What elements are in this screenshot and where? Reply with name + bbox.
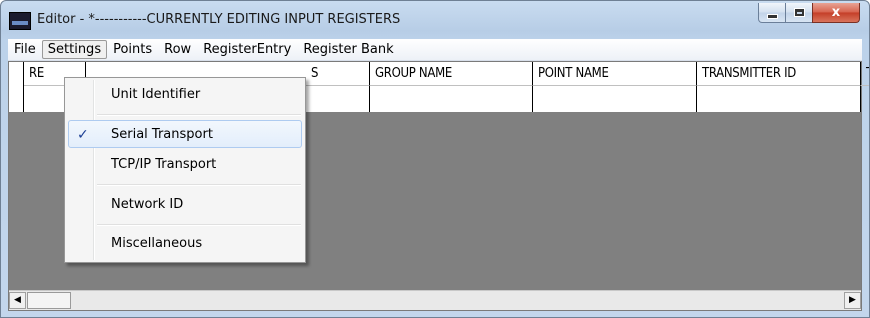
horizontal-scrollbar[interactable]: ◀ ▶ bbox=[9, 290, 861, 310]
scroll-right-button[interactable]: ▶ bbox=[844, 292, 861, 309]
close-button[interactable]: x bbox=[812, 3, 860, 23]
menu-item-miscellaneous[interactable]: Miscellaneous bbox=[68, 230, 302, 258]
menu-file[interactable]: File bbox=[8, 40, 42, 59]
title-bar[interactable]: Editor - *-----------CURRENTLY EDITING I… bbox=[1, 1, 869, 39]
arrow-left-icon: ◀ bbox=[14, 295, 21, 305]
menu-item-network-id[interactable]: Network ID bbox=[68, 191, 302, 219]
menu-separator bbox=[97, 224, 301, 226]
column-header-group-name[interactable]: GROUP NAME bbox=[370, 62, 533, 86]
menu-item-serial-transport[interactable]: ✓ Serial Transport bbox=[68, 120, 302, 148]
menu-bar: File Settings Points Row RegisterEntry R… bbox=[8, 39, 862, 61]
table-cell[interactable] bbox=[533, 86, 697, 112]
menu-item-label: Miscellaneous bbox=[111, 236, 203, 251]
column-header-t[interactable]: T bbox=[861, 62, 869, 86]
arrow-right-icon: ▶ bbox=[849, 295, 856, 305]
menu-item-label: Network ID bbox=[111, 197, 184, 212]
menu-settings[interactable]: Settings bbox=[41, 40, 108, 59]
minimize-button[interactable] bbox=[758, 3, 786, 23]
menu-item-unit-identifier[interactable]: Unit Identifier bbox=[68, 81, 302, 109]
row-header[interactable] bbox=[9, 62, 24, 112]
window-title: Editor - *-----------CURRENTLY EDITING I… bbox=[37, 12, 401, 27]
minimize-icon bbox=[766, 14, 778, 19]
menu-item-label: Serial Transport bbox=[111, 127, 213, 142]
maximize-button[interactable] bbox=[785, 3, 813, 23]
menu-item-label: TCP/IP Transport bbox=[111, 157, 217, 172]
menu-item-tcpip-transport[interactable]: TCP/IP Transport bbox=[68, 151, 302, 179]
scroll-left-button[interactable]: ◀ bbox=[9, 292, 26, 309]
app-icon[interactable] bbox=[9, 12, 31, 30]
table-cell[interactable] bbox=[370, 86, 533, 112]
menu-row[interactable]: Row bbox=[158, 40, 197, 59]
column-header-point-name[interactable]: POINT NAME bbox=[533, 62, 697, 86]
menu-item-label: Unit Identifier bbox=[111, 87, 201, 102]
close-icon: x bbox=[831, 5, 841, 20]
column-header-transmitter-id[interactable]: TRANSMITTER ID bbox=[697, 62, 861, 86]
menu-separator bbox=[97, 184, 301, 186]
menu-register-bank[interactable]: Register Bank bbox=[297, 40, 399, 59]
table-cell[interactable] bbox=[697, 86, 861, 112]
menu-register-entry[interactable]: RegisterEntry bbox=[197, 40, 297, 59]
maximize-icon bbox=[793, 8, 805, 17]
menu-points[interactable]: Points bbox=[107, 40, 158, 59]
caption-buttons: x bbox=[758, 3, 860, 25]
menu-separator bbox=[97, 114, 301, 116]
settings-dropdown-menu: Unit Identifier ✓ Serial Transport TCP/I… bbox=[64, 77, 306, 263]
checkmark-icon: ✓ bbox=[77, 127, 89, 143]
scroll-thumb[interactable] bbox=[27, 292, 71, 309]
